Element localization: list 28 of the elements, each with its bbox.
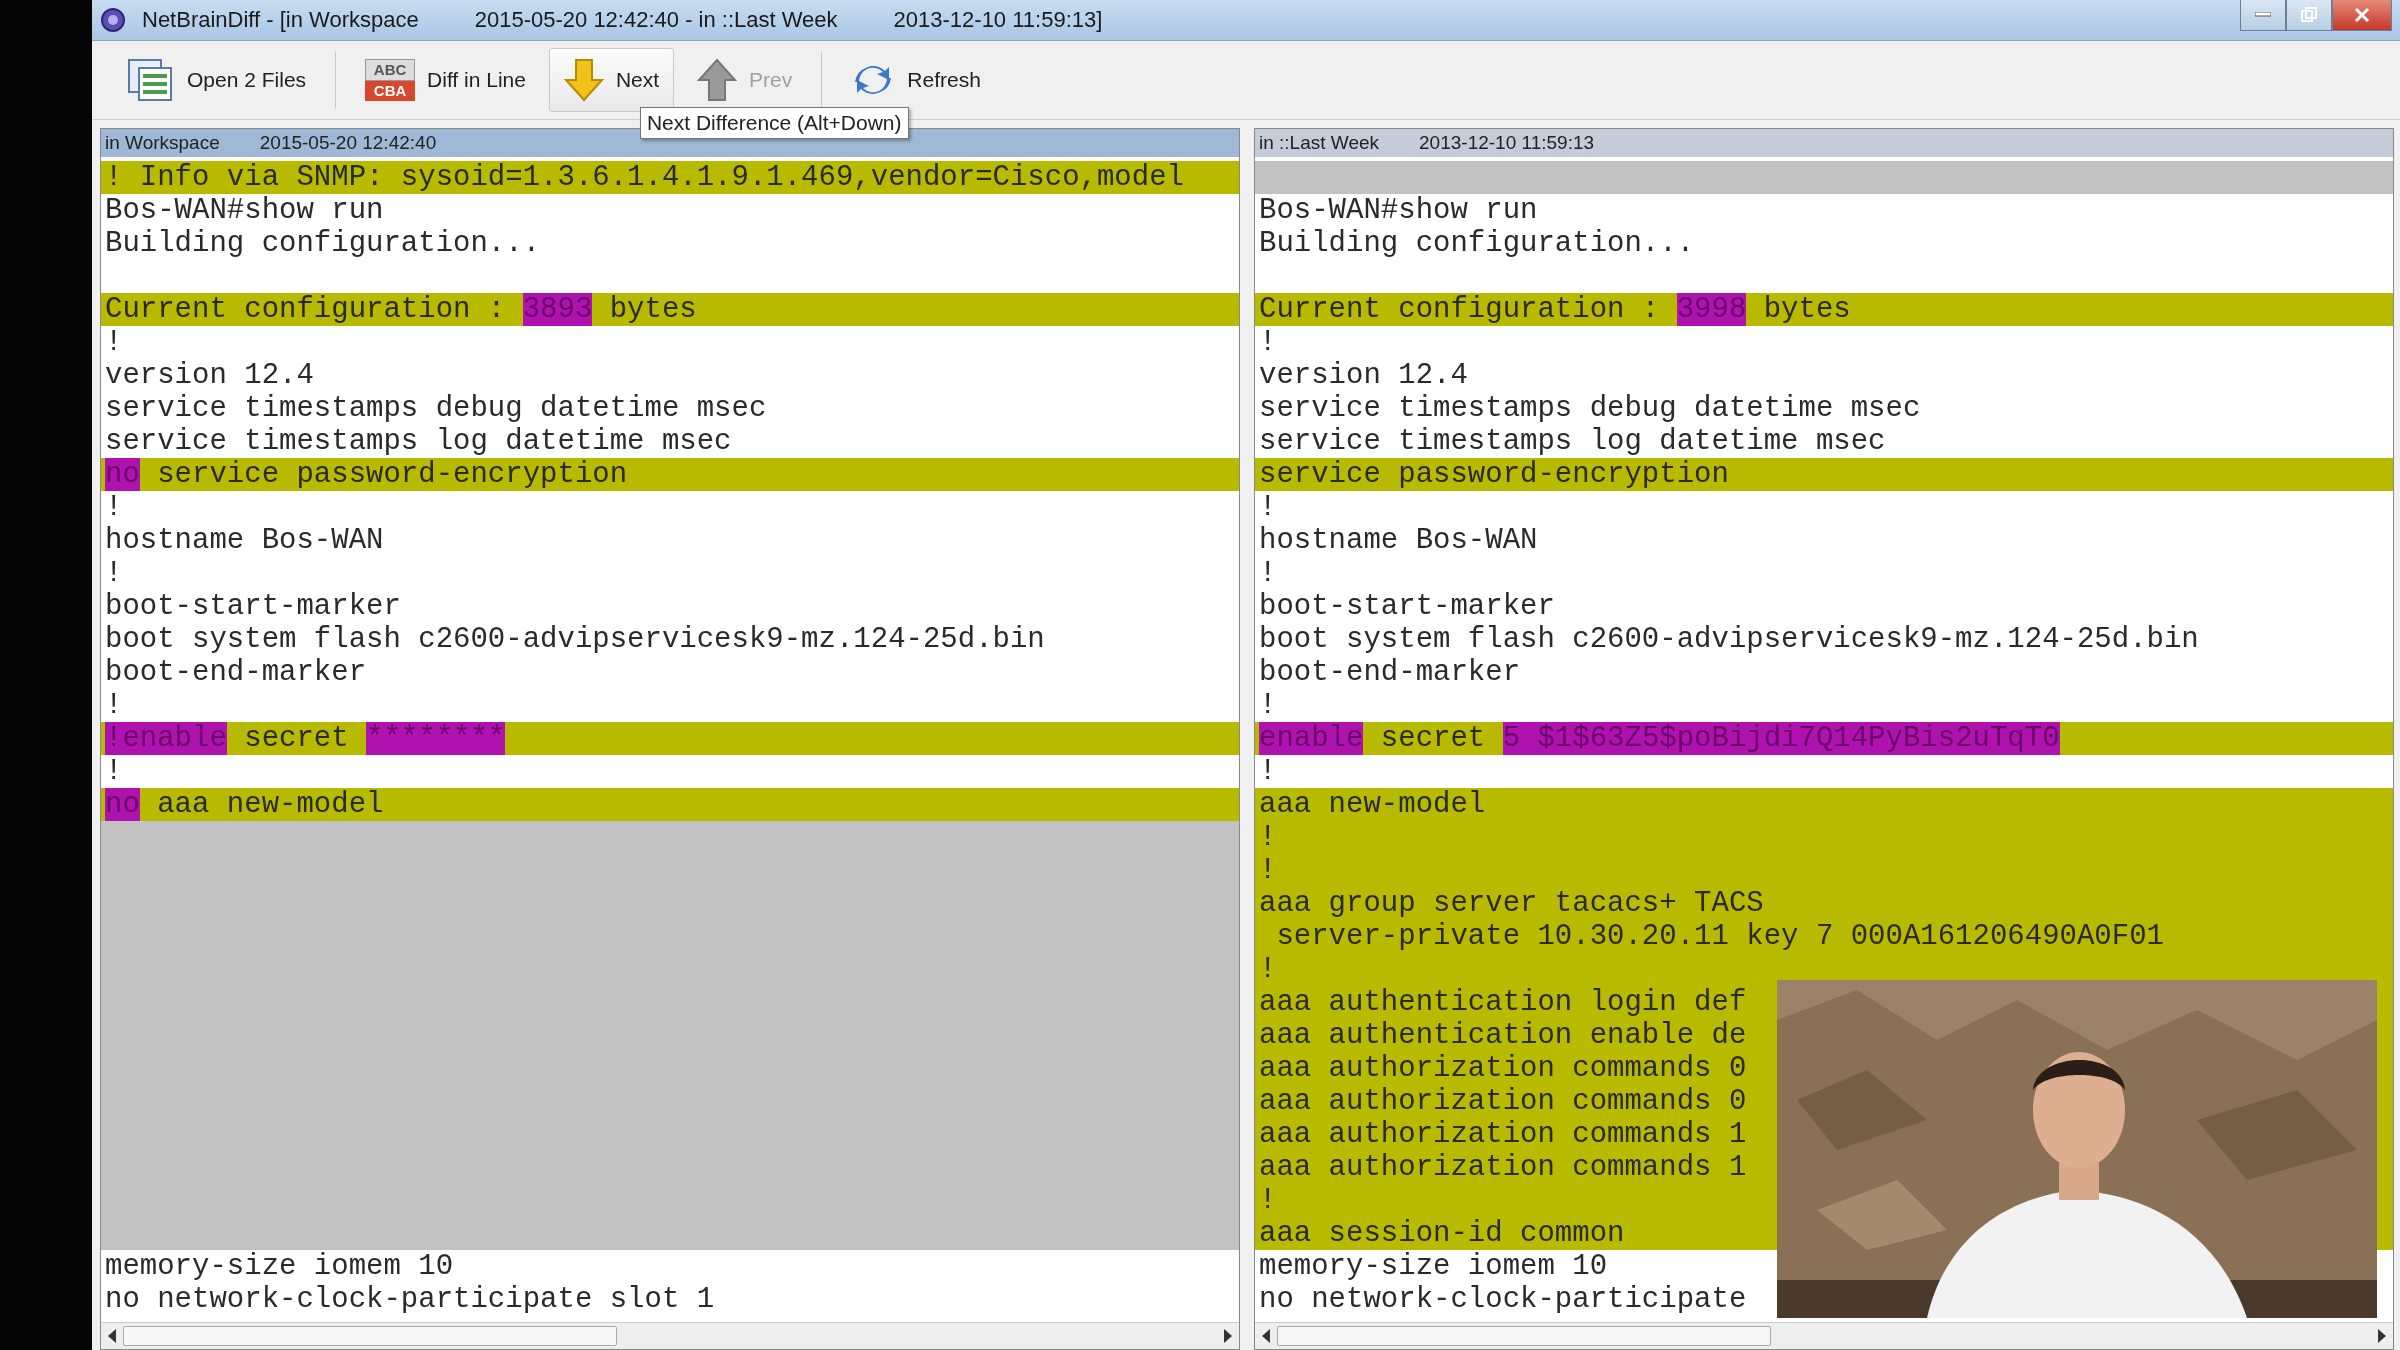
tooltip: Next Difference (Alt+Down) <box>639 107 909 139</box>
scrollbar-thumb[interactable] <box>123 1326 618 1346</box>
horizontal-scrollbar[interactable] <box>101 1322 1239 1349</box>
horizontal-scrollbar[interactable] <box>1255 1322 2393 1349</box>
scroll-left-icon[interactable] <box>1261 1329 1271 1343</box>
up-arrow-icon <box>697 58 738 102</box>
scroll-right-icon[interactable] <box>1223 1329 1233 1343</box>
scroll-left-icon[interactable] <box>107 1329 117 1343</box>
timestamp-label: 2013-12-10 11:59:13 <box>1419 132 1595 154</box>
source-label: in Workspace <box>105 132 220 154</box>
restore-button[interactable] <box>2286 0 2332 31</box>
toolbar-button[interactable]: ABC CBA Diff in Line <box>350 48 541 112</box>
source-label: in ::Last Week <box>1259 132 1380 154</box>
close-icon <box>2354 7 2370 23</box>
close-button[interactable] <box>2332 0 2392 31</box>
app-icon <box>100 7 126 33</box>
scrollbar-thumb[interactable] <box>1277 1326 1772 1346</box>
toolbar-button[interactable]: Open 2 Files <box>112 48 322 112</box>
window-title: NetBrainDiff - [in Workspace <box>142 7 419 33</box>
down-arrow-icon <box>563 58 604 102</box>
restore-icon <box>2301 7 2317 23</box>
window-title: 2013-12-10 11:59:13] <box>893 7 1103 33</box>
timestamp-label: 2015-05-20 12:42:40 <box>259 132 437 154</box>
scroll-right-icon[interactable] <box>2377 1329 2387 1343</box>
minimize-button[interactable] <box>2240 0 2286 31</box>
files-icon <box>127 58 175 102</box>
minimize-icon <box>2255 12 2271 18</box>
window-title: 2015-05-20 12:42:40 - in ::Last Week <box>474 7 838 33</box>
